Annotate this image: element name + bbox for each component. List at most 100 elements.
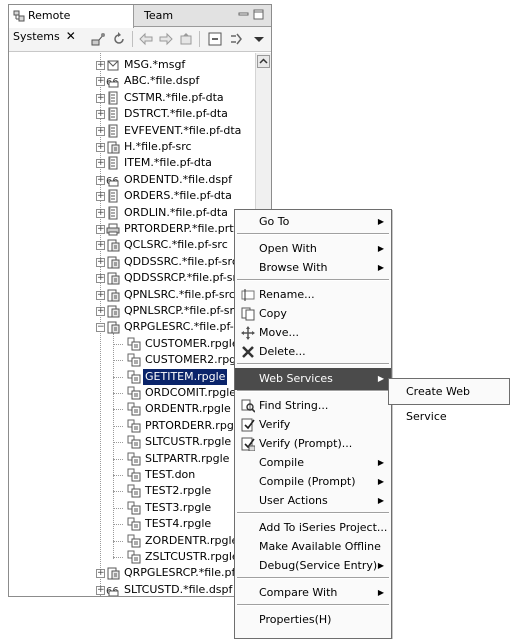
- menu-item-label: Properties(H): [259, 613, 332, 626]
- tree-member-row[interactable]: ZORDENTR.rpgle: [9, 533, 255, 549]
- minimize-icon[interactable]: [238, 9, 250, 19]
- link-with-editor-icon[interactable]: [228, 31, 244, 47]
- tree-member-row[interactable]: ZSLTCUSTR.rpgle: [9, 549, 255, 565]
- tree-member-row[interactable]: CUSTOMER2.rpgle: [9, 352, 255, 368]
- menu-item-browse-with[interactable]: Browse With ▶: [235, 257, 391, 279]
- tab-remote-systems[interactable]: Remote Systems ✕: [9, 5, 134, 43]
- tree-file-row[interactable]: + CSTMR.*file.pf-dta: [9, 90, 255, 106]
- menu-item-properties-h[interactable]: Properties(H): [235, 609, 391, 631]
- menu-item-create-web-service[interactable]: Create Web Service: [389, 379, 509, 423]
- menu-item-debug-service-entry[interactable]: Debug(Service Entry) ▶: [235, 555, 391, 577]
- tree-item-label: PRTORDERR.rpgle: [145, 418, 244, 432]
- expand-icon[interactable]: +: [96, 274, 105, 284]
- tree-file-row[interactable]: + DSTRCT.*file.pf-dta: [9, 106, 255, 122]
- tree-file-row[interactable]: + ORDLIN.*file.pf-dta: [9, 205, 255, 221]
- tree-item-label: GETITEM.rpgle: [141, 367, 229, 386]
- expand-icon[interactable]: +: [96, 126, 105, 136]
- tree-member-row[interactable]: CUSTOMER.rpgle: [9, 336, 255, 352]
- tree-member-row[interactable]: SLTCUSTR.rpgle: [9, 434, 255, 450]
- member-icon: [127, 402, 141, 416]
- tree-file-row[interactable]: +66 SLTCUSTD.*file.dspf: [9, 582, 255, 596]
- tree-member-row[interactable]: TEST.don: [9, 467, 255, 483]
- tree-file-row[interactable]: − QRPGLESRC.*file.pf-sr: [9, 319, 255, 335]
- up-icon[interactable]: [178, 31, 194, 47]
- tree-member-row[interactable]: SLTPARTR.rpgle: [9, 451, 255, 467]
- tree-file-row[interactable]: + QPNLSRC.*file.pf-src: [9, 287, 255, 303]
- tree-member-row[interactable]: TEST2.rpgle: [9, 483, 255, 499]
- tree-item-label: ZORDENTR.rpgle: [145, 533, 239, 547]
- menu-item-go-to[interactable]: Go To ▶: [235, 211, 391, 233]
- tree-connector-line: [113, 360, 123, 362]
- tree-file-row[interactable]: + ITEM.*file.pf-dta: [9, 155, 255, 171]
- tree-connector-line: [113, 343, 123, 345]
- verify-icon: [241, 418, 256, 432]
- expand-icon[interactable]: +: [96, 569, 105, 579]
- data-file-icon: [106, 107, 120, 121]
- expand-icon[interactable]: +: [96, 225, 105, 234]
- display-file-icon: 66: [106, 583, 120, 596]
- tree-member-row[interactable]: ORDENTR.rpgle: [9, 401, 255, 417]
- menu-item-label: User Actions: [259, 494, 328, 507]
- tree-item-label: ORDENTR.rpgle: [145, 402, 231, 416]
- tree-item-label: PRTORDERP.*file.prtf: [124, 222, 238, 235]
- tree-member-row[interactable]: TEST3.rpgle: [9, 500, 255, 516]
- maximize-icon[interactable]: [253, 9, 265, 21]
- data-file-icon: [106, 189, 120, 203]
- tree-connector-line: [113, 458, 123, 460]
- tree-file-row[interactable]: + H.*file.pf-src: [9, 139, 255, 155]
- tree-member-row[interactable]: TEST4.rpgle: [9, 516, 255, 532]
- toolbar-divider: [199, 31, 200, 47]
- tree-file-row[interactable]: + QDDSSRCP.*file.pf-src: [9, 270, 255, 286]
- tree-file-row[interactable]: + QCLSRC.*file.pf-src: [9, 237, 255, 253]
- forward-icon[interactable]: [158, 31, 174, 47]
- expand-icon[interactable]: +: [96, 175, 105, 185]
- refresh-icon[interactable]: [111, 31, 127, 47]
- back-icon[interactable]: [138, 31, 154, 47]
- tree-item-label: SLTCUSTR.rpgle: [145, 435, 232, 449]
- collapse-icon[interactable]: −: [96, 323, 105, 333]
- expand-icon[interactable]: +: [96, 93, 105, 103]
- view-menu-icon[interactable]: [251, 31, 267, 47]
- tree-member-row[interactable]: GETITEM.rpgle: [9, 367, 255, 386]
- expand-icon[interactable]: +: [96, 307, 105, 316]
- expand-icon[interactable]: +: [96, 143, 105, 152]
- expand-icon[interactable]: +: [96, 77, 105, 87]
- menu-item-delete[interactable]: Delete...: [235, 341, 391, 363]
- tree-file-row[interactable]: + QDDSSRC.*file.pf-src: [9, 254, 255, 270]
- expand-icon[interactable]: +: [96, 61, 105, 70]
- expand-icon[interactable]: +: [96, 290, 105, 300]
- new-connection-icon[interactable]: [90, 31, 106, 47]
- tree-file-row[interactable]: +66 ABC.*file.dspf: [9, 73, 255, 89]
- tree-connector-line: [113, 475, 123, 476]
- menu-item-label: Go To: [259, 215, 290, 228]
- tree-member-row[interactable]: PRTORDERR.rpgle: [9, 418, 255, 434]
- menu-item-label: Create Web Service: [406, 385, 471, 423]
- expand-icon[interactable]: +: [96, 159, 105, 169]
- tree-file-row[interactable]: + MSG.*msgf: [9, 57, 255, 73]
- menu-item-user-actions[interactable]: User Actions ▶: [235, 490, 391, 512]
- expand-icon[interactable]: +: [96, 110, 105, 120]
- tree-item-label: CUSTOMER.rpgle: [145, 336, 239, 350]
- tree-file-row[interactable]: +66 ORDENTD.*file.dspf: [9, 172, 255, 188]
- expand-icon[interactable]: +: [96, 257, 105, 267]
- tree-file-row[interactable]: + QPNLSRCP.*file.pf-src: [9, 303, 255, 319]
- expand-icon[interactable]: +: [96, 585, 105, 595]
- tab-team[interactable]: Team: [138, 5, 198, 27]
- menu-separator: [237, 604, 389, 606]
- tree-file-row[interactable]: + ORDERS.*file.pf-dta: [9, 188, 255, 204]
- expand-icon[interactable]: +: [96, 192, 105, 202]
- tree-file-row[interactable]: + EVFEVENT.*file.pf-dta: [9, 123, 255, 139]
- menu-item-web-services[interactable]: Web Services ▶: [235, 368, 391, 390]
- menu-separator: [237, 577, 389, 579]
- tree-file-row[interactable]: + PRTORDERP.*file.prtf: [9, 221, 255, 237]
- menu-item-compare-with[interactable]: Compare With ▶: [235, 582, 391, 604]
- expand-icon[interactable]: +: [96, 241, 105, 251]
- tree-member-row[interactable]: ORDCOMIT.rpgle: [9, 385, 255, 401]
- expand-icon[interactable]: +: [96, 208, 105, 218]
- tree-connector-line: [113, 442, 123, 444]
- tree-item-label: QPNLSRC.*file.pf-src: [124, 287, 235, 301]
- close-icon[interactable]: ✕: [66, 29, 76, 43]
- collapse-all-icon[interactable]: [207, 31, 223, 47]
- tree-file-row[interactable]: + QRPGLESRCP.*file.pf-s: [9, 565, 255, 581]
- scroll-up-button[interactable]: [257, 55, 270, 68]
